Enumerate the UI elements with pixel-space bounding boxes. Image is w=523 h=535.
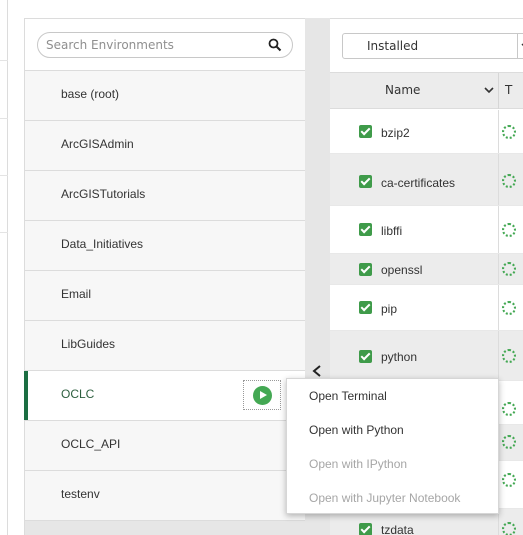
- anaconda-navigator-environments: base (root) ArcGISAdmin ArcGISTutorials …: [0, 0, 523, 535]
- package-filter-value: Installed: [367, 39, 419, 53]
- status-spinner-icon: [502, 349, 516, 363]
- package-checkbox[interactable]: [359, 223, 372, 236]
- search-environments-box[interactable]: [37, 32, 293, 58]
- environment-label: LibGuides: [61, 337, 116, 351]
- menu-item-open-with-ipython: Open with IPython: [287, 447, 498, 481]
- package-name: ca-certificates: [381, 176, 456, 190]
- package-row[interactable]: pip: [330, 285, 523, 331]
- menu-item-label: Open with Jupyter Notebook: [309, 491, 461, 505]
- package-name: python: [381, 350, 418, 364]
- environment-item-data-initiatives[interactable]: Data_Initiatives: [25, 220, 306, 270]
- environment-item-libguides[interactable]: LibGuides: [25, 320, 306, 370]
- environments-panel: base (root) ArcGISAdmin ArcGISTutorials …: [24, 18, 306, 535]
- package-checkbox[interactable]: [359, 263, 372, 276]
- column-divider: [498, 206, 499, 253]
- package-filter-select[interactable]: Installed: [342, 33, 523, 59]
- environment-list-footer: [25, 520, 306, 535]
- environment-context-menu: Open Terminal Open with Python Open with…: [286, 378, 499, 514]
- chevron-left-icon[interactable]: [311, 364, 323, 378]
- environment-item-testenv[interactable]: testenv: [25, 470, 306, 520]
- environment-item-oclc-api[interactable]: OCLC_API: [25, 420, 306, 470]
- package-row[interactable]: libffi: [330, 206, 523, 254]
- environment-label: base (root): [61, 87, 120, 101]
- menu-item-open-terminal[interactable]: Open Terminal: [287, 379, 498, 413]
- package-name: openssl: [381, 263, 423, 277]
- status-spinner-icon: [502, 174, 516, 188]
- environment-label: testenv: [61, 487, 100, 501]
- environment-item-email[interactable]: Email: [25, 270, 306, 320]
- environment-play-button[interactable]: [243, 380, 281, 410]
- package-row[interactable]: python: [330, 331, 523, 381]
- menu-item-open-with-python[interactable]: Open with Python: [287, 413, 498, 447]
- name-column-header[interactable]: Name: [385, 83, 420, 97]
- package-row[interactable]: openssl: [330, 254, 523, 285]
- package-checkbox[interactable]: [359, 125, 372, 138]
- packages-table-header: Name T: [330, 72, 523, 109]
- column-divider: [498, 285, 499, 330]
- menu-item-open-with-jupyter-notebook: Open with Jupyter Notebook: [287, 481, 498, 515]
- divider-line: [0, 118, 8, 119]
- column-divider: [498, 110, 499, 153]
- sort-chevron-icon[interactable]: [484, 85, 494, 95]
- search-icon[interactable]: [268, 38, 282, 52]
- column-divider: [498, 331, 499, 380]
- package-name: libffi: [381, 224, 403, 238]
- status-spinner-icon: [502, 125, 516, 139]
- environment-item-arcgisadmin[interactable]: ArcGISAdmin: [25, 120, 306, 170]
- menu-item-label: Open with Python: [309, 423, 404, 437]
- environment-item-base-root[interactable]: base (root): [25, 70, 306, 120]
- column-divider: [498, 154, 499, 205]
- environment-label: ArcGISTutorials: [61, 187, 146, 201]
- package-checkbox[interactable]: [359, 350, 372, 363]
- menu-item-label: Open Terminal: [309, 389, 387, 403]
- status-spinner-icon: [502, 473, 516, 487]
- package-name: bzip2: [381, 126, 410, 140]
- type-column-header[interactable]: T: [505, 83, 512, 97]
- environment-item-oclc[interactable]: OCLC: [24, 370, 306, 420]
- environment-label: Data_Initiatives: [61, 237, 144, 251]
- divider-line: [0, 232, 8, 233]
- package-name: pip: [381, 302, 398, 316]
- package-checkbox[interactable]: [359, 301, 372, 314]
- status-spinner-icon: [502, 402, 516, 416]
- environment-item-arcgistutorials[interactable]: ArcGISTutorials: [25, 170, 306, 220]
- divider-line: [0, 175, 8, 176]
- chevron-down-icon[interactable]: [517, 34, 523, 58]
- status-spinner-icon: [502, 223, 516, 237]
- environment-label: OCLC_API: [61, 437, 121, 451]
- status-spinner-icon: [502, 522, 516, 535]
- status-spinner-icon: [502, 435, 516, 449]
- left-panel-edge: [0, 0, 8, 535]
- package-row[interactable]: bzip2: [330, 110, 523, 154]
- status-spinner-icon: [502, 301, 516, 315]
- environment-list: base (root) ArcGISAdmin ArcGISTutorials …: [24, 70, 306, 520]
- environment-label: ArcGISAdmin: [61, 137, 134, 151]
- column-divider[interactable]: [498, 73, 499, 109]
- package-name: tzdata: [381, 523, 414, 535]
- search-environments-input[interactable]: [46, 36, 261, 54]
- package-row[interactable]: ca-certificates: [330, 154, 523, 206]
- divider-line: [0, 60, 8, 61]
- package-checkbox[interactable]: [359, 523, 372, 535]
- menu-item-label: Open with IPython: [309, 457, 408, 471]
- environment-label: OCLC: [61, 387, 95, 401]
- column-divider: [498, 254, 499, 284]
- package-checkbox[interactable]: [359, 175, 372, 188]
- play-icon: [253, 386, 272, 405]
- status-spinner-icon: [502, 262, 516, 276]
- environment-label: Email: [61, 287, 92, 301]
